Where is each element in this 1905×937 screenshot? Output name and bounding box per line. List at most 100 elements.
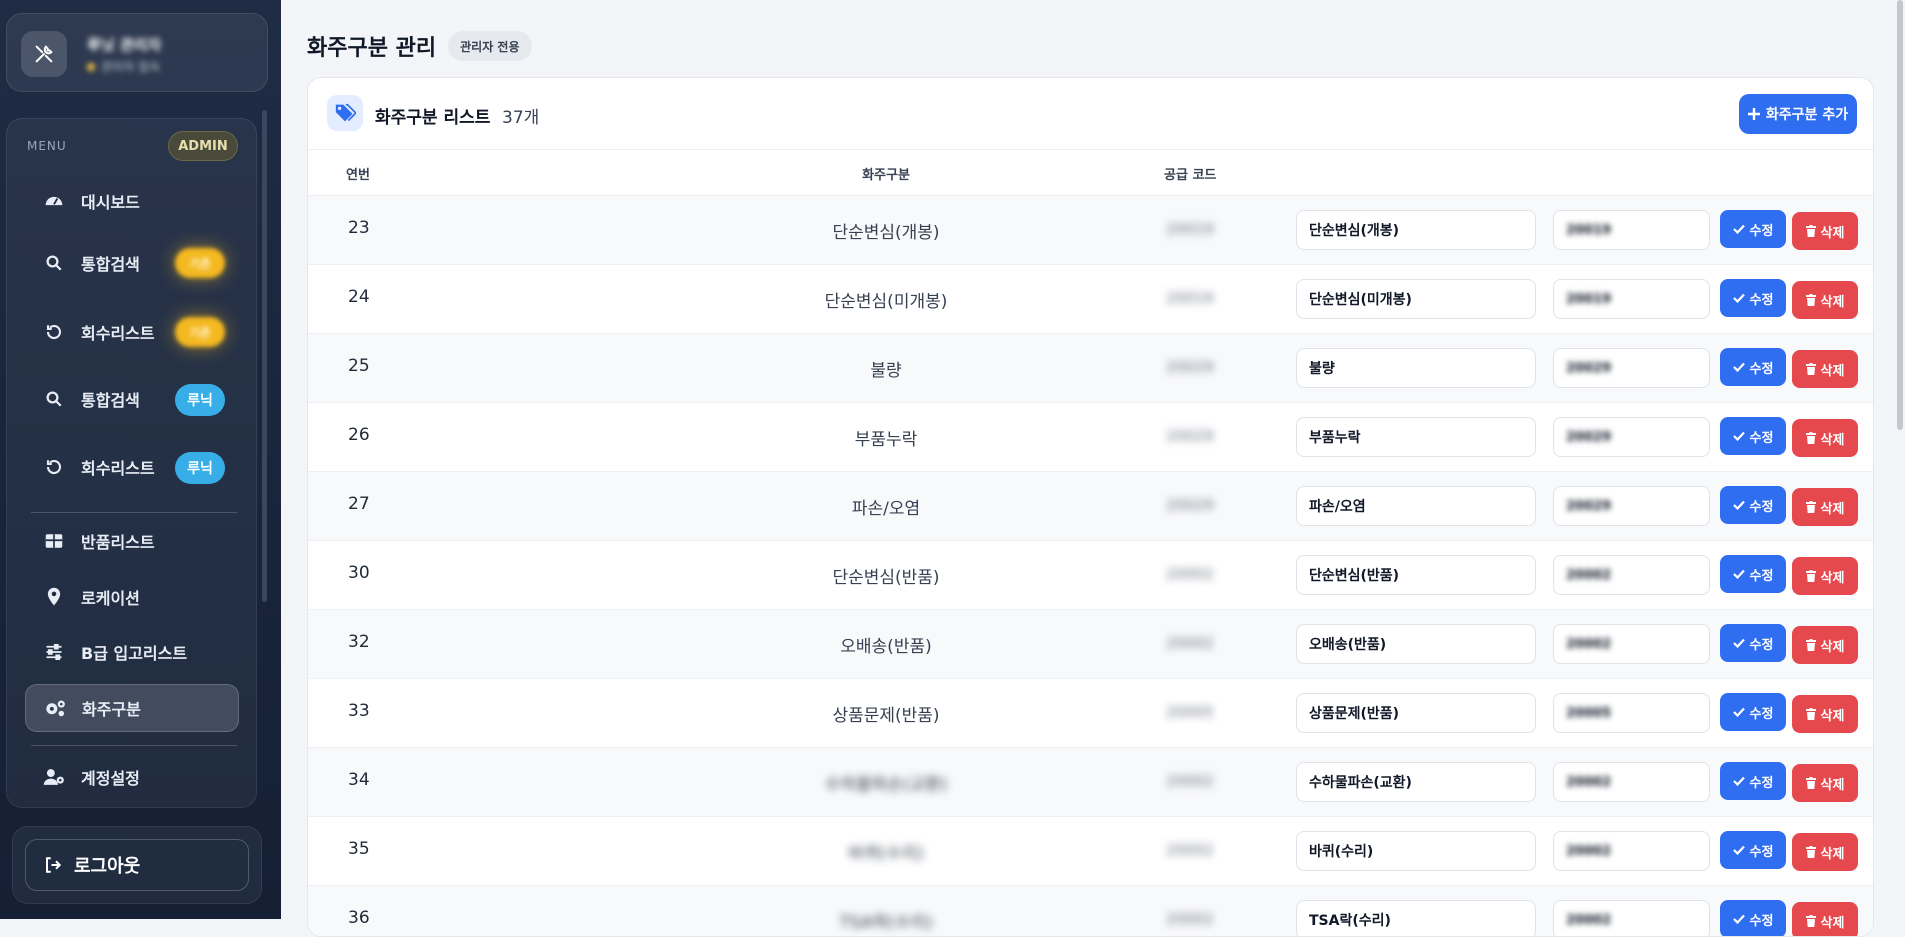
table-body: 23 단순변심(개봉) 20019 단순변심(개봉) 20019 수정 삭제 24 단순변심(미… xyxy=(308,196,1873,936)
delete-button[interactable]: 삭제 xyxy=(1792,350,1858,388)
page-scrollbar-thumb[interactable] xyxy=(1897,0,1903,430)
delete-button[interactable]: 삭제 xyxy=(1792,626,1858,664)
name-input[interactable]: 단순변심(반품) xyxy=(1296,555,1536,595)
check-icon xyxy=(1732,362,1745,372)
table-row: 35 바퀴(수리) 20002 바퀴(수리) 20002 수정 삭제 xyxy=(308,817,1873,886)
sidebar-item-search-runic[interactable]: 통합검색 루닉 xyxy=(25,375,239,423)
profile-name: 루닛 관리자 xyxy=(87,36,162,54)
code-input-value: 20002 xyxy=(1566,843,1612,859)
row-code: 20019 xyxy=(1166,220,1214,238)
code-input[interactable]: 20029 xyxy=(1553,348,1710,388)
sidebar-item-dashboard[interactable]: 대시보드 xyxy=(25,177,239,225)
delete-button[interactable]: 삭제 xyxy=(1792,419,1858,457)
code-input[interactable]: 20002 xyxy=(1553,762,1710,802)
sidebar-item-label: 회수리스트 xyxy=(81,324,155,343)
name-input[interactable]: 바퀴(수리) xyxy=(1296,831,1536,871)
code-input[interactable]: 20019 xyxy=(1553,210,1710,250)
delete-button[interactable]: 삭제 xyxy=(1792,902,1858,936)
edit-label: 수정 xyxy=(1749,430,1774,446)
sidebar-item-return-list[interactable]: 반품리스트 xyxy=(25,517,239,565)
trash-icon xyxy=(1805,570,1816,582)
delete-label: 삭제 xyxy=(1820,777,1845,793)
code-input[interactable]: 20002 xyxy=(1553,831,1710,871)
delete-button[interactable]: 삭제 xyxy=(1792,695,1858,733)
menu-panel: MENU ADMIN 대시보드 통합검색 기존 회수리스트 기존 통합검색 루닉… xyxy=(6,118,257,808)
edit-label: 수정 xyxy=(1749,844,1774,860)
sidebar-item-label: 통합검색 xyxy=(81,391,140,410)
edit-button[interactable]: 수정 xyxy=(1720,831,1786,869)
profile-status: 관리자 접속 xyxy=(87,58,160,75)
name-input[interactable]: 오배송(반품) xyxy=(1296,624,1536,664)
name-input[interactable]: 단순변심(개봉) xyxy=(1296,210,1536,250)
sidebar-item-search-legacy[interactable]: 통합검색 기존 xyxy=(25,239,239,287)
edit-button[interactable]: 수정 xyxy=(1720,624,1786,662)
name-input[interactable]: 부품누락 xyxy=(1296,417,1536,457)
edit-button[interactable]: 수정 xyxy=(1720,348,1786,386)
check-icon xyxy=(1732,431,1745,441)
table-row: 24 단순변심(미개봉) 20019 단순변심(미개봉) 20019 수정 삭제 xyxy=(308,265,1873,334)
row-name: 불량 xyxy=(870,361,902,381)
sidebar-badge: 루닉 xyxy=(175,384,225,416)
col-name: 화주구분 xyxy=(862,168,910,183)
row-code: 20002 xyxy=(1166,634,1214,652)
edit-button[interactable]: 수정 xyxy=(1720,555,1786,593)
edit-button[interactable]: 수정 xyxy=(1720,417,1786,455)
code-input[interactable]: 20002 xyxy=(1553,624,1710,664)
table-row: 26 부품누락 20029 부품누락 20029 수정 삭제 xyxy=(308,403,1873,472)
delete-label: 삭제 xyxy=(1820,915,1845,931)
delete-button[interactable]: 삭제 xyxy=(1792,833,1858,871)
add-shipper-type-button[interactable]: 화주구분 추가 xyxy=(1739,94,1857,134)
code-input[interactable]: 20005 xyxy=(1553,693,1710,733)
code-input[interactable]: 20002 xyxy=(1553,555,1710,595)
name-input[interactable]: 단순변심(미개봉) xyxy=(1296,279,1536,319)
list-count: 37개 xyxy=(502,108,540,128)
code-input[interactable]: 20029 xyxy=(1553,486,1710,526)
sidebar-item-label: 통합검색 xyxy=(81,255,140,274)
sidebar-scrollbar[interactable] xyxy=(262,110,267,602)
sidebar-item-label: 회수리스트 xyxy=(81,459,155,478)
sidebar-item-returns-legacy[interactable]: 회수리스트 기존 xyxy=(25,308,239,356)
table-row: 34 수하물파손(교환) 20002 수하물파손(교환) 20002 수정 삭제 xyxy=(308,748,1873,817)
sidebar-item-shipper-type[interactable]: 화주구분 xyxy=(25,684,239,732)
delete-button[interactable]: 삭제 xyxy=(1792,281,1858,319)
table-row: 36 TSA락(수리) 20002 TSA락(수리) 20002 수정 삭제 xyxy=(308,886,1873,936)
table-header: 연번 화주구분 공급 코드 xyxy=(308,149,1873,196)
row-num: 34 xyxy=(348,770,370,790)
edit-button[interactable]: 수정 xyxy=(1720,693,1786,731)
name-input[interactable]: 파손/오염 xyxy=(1296,486,1536,526)
row-num: 23 xyxy=(348,218,370,238)
edit-button[interactable]: 수정 xyxy=(1720,762,1786,800)
user-gear-icon xyxy=(43,766,65,788)
row-num: 26 xyxy=(348,425,370,445)
logout-button[interactable]: 로그아웃 xyxy=(25,839,249,891)
sidebar-item-location[interactable]: 로케이션 xyxy=(25,573,239,621)
row-num: 30 xyxy=(348,563,370,583)
delete-button[interactable]: 삭제 xyxy=(1792,212,1858,250)
row-code: 20002 xyxy=(1166,772,1214,790)
trash-icon xyxy=(1805,777,1816,789)
sidebar-item-account-settings[interactable]: 계정설정 xyxy=(25,753,239,801)
shipper-type-card: 화주구분 리스트 37개 화주구분 추가 연번 화주구분 공급 코드 23 단순변… xyxy=(307,77,1874,937)
name-input[interactable]: 불량 xyxy=(1296,348,1536,388)
trash-icon xyxy=(1805,708,1816,720)
name-input[interactable]: 상품문제(반품) xyxy=(1296,693,1536,733)
delete-button[interactable]: 삭제 xyxy=(1792,488,1858,526)
edit-label: 수정 xyxy=(1749,706,1774,722)
name-input[interactable]: 수하물파손(교환) xyxy=(1296,762,1536,802)
edit-button[interactable]: 수정 xyxy=(1720,210,1786,248)
edit-button[interactable]: 수정 xyxy=(1720,486,1786,524)
sidebar-badge: 기존 xyxy=(175,317,225,347)
row-code: 20002 xyxy=(1166,841,1214,859)
row-name: TSA락(수리) xyxy=(839,913,933,933)
code-input[interactable]: 20029 xyxy=(1553,417,1710,457)
logout-label: 로그아웃 xyxy=(74,856,141,877)
page-scrollbar[interactable] xyxy=(1895,0,1905,919)
check-icon xyxy=(1732,293,1745,303)
code-input[interactable]: 20019 xyxy=(1553,279,1710,319)
delete-button[interactable]: 삭제 xyxy=(1792,557,1858,595)
sidebar-item-returns-runic[interactable]: 회수리스트 루닉 xyxy=(25,443,239,491)
delete-button[interactable]: 삭제 xyxy=(1792,764,1858,802)
sidebar-item-b-grade-inbound[interactable]: B급 입고리스트 xyxy=(25,628,239,676)
edit-button[interactable]: 수정 xyxy=(1720,279,1786,317)
edit-label: 수정 xyxy=(1749,913,1774,929)
